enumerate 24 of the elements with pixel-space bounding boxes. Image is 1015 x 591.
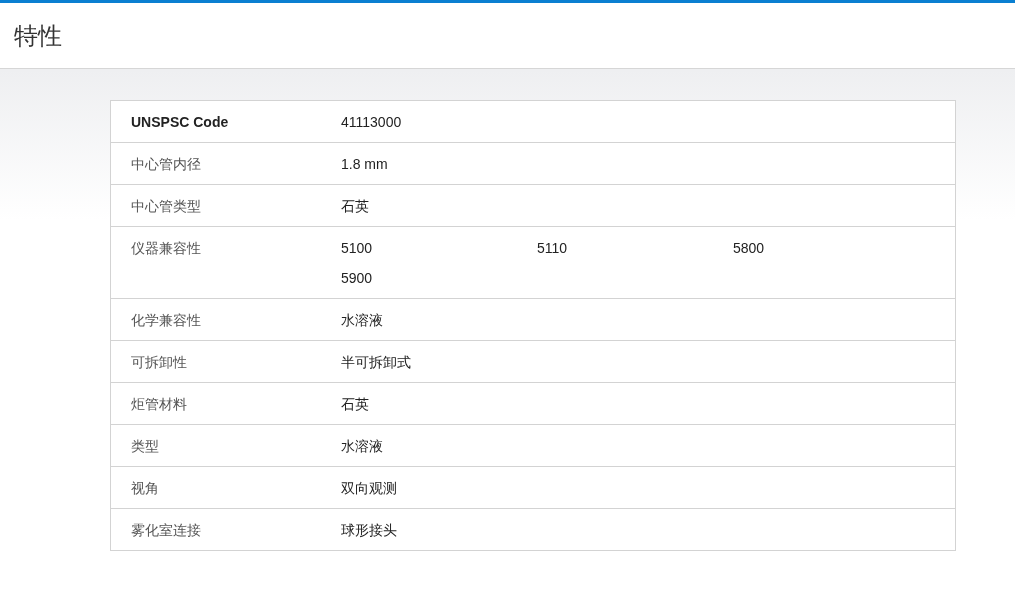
- property-label: 雾化室连接: [131, 522, 202, 538]
- property-value: 5110: [537, 240, 569, 256]
- property-label: 化学兼容性: [131, 312, 202, 328]
- property-label: UNSPSC Code: [131, 114, 230, 130]
- property-label: 类型: [131, 438, 160, 454]
- property-value: 水溶液: [341, 312, 384, 328]
- property-label: 可拆卸性: [131, 354, 188, 370]
- property-value: 球形接头: [341, 522, 398, 538]
- property-label: 仪器兼容性: [131, 240, 202, 258]
- property-value: 石英: [341, 396, 370, 412]
- property-label: 中心管类型: [131, 198, 202, 214]
- property-label: 视角: [131, 480, 160, 496]
- property-value: 5900: [341, 270, 374, 286]
- property-value: 半可拆卸式: [341, 354, 412, 370]
- property-value: 41113000: [341, 114, 403, 130]
- property-label: 中心管内径: [131, 156, 202, 172]
- property-value: 5100: [341, 240, 374, 256]
- property-value: 水溶液: [341, 438, 384, 454]
- page-title: 特性: [14, 20, 62, 51]
- property-value: 双向观测: [341, 480, 398, 496]
- property-label: 炬管材料: [131, 396, 188, 412]
- property-value: 1.8 mm: [341, 156, 389, 172]
- property-value: 5800: [733, 240, 766, 256]
- property-value: 石英: [341, 198, 370, 214]
